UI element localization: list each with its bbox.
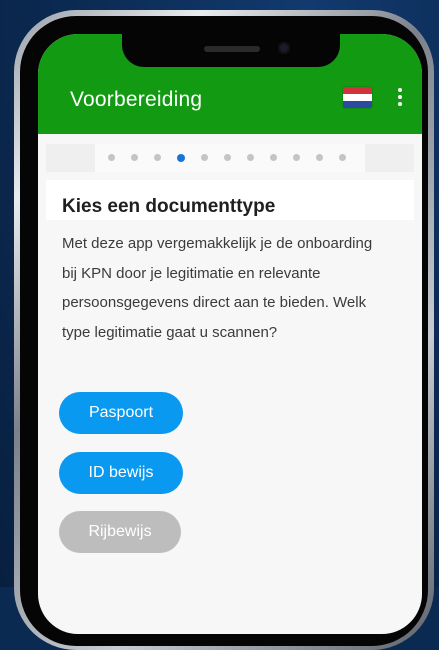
- app-bar-title: Voorbereiding: [70, 88, 203, 111]
- front-camera-icon: [278, 42, 290, 54]
- step-dot: [316, 154, 323, 161]
- phone-screen: Voorbereiding Kies een documenttype Met …: [38, 34, 422, 634]
- step-dot: [293, 154, 300, 161]
- description-text: Met deze app vergemakkelijk je de onboar…: [62, 235, 373, 341]
- rijbewijs-button[interactable]: Rijbewijs: [59, 511, 181, 553]
- step-dot: [247, 154, 254, 161]
- id-bewijs-button[interactable]: ID bewijs: [59, 452, 183, 494]
- step-dot: [339, 154, 346, 161]
- page-heading: Kies een documenttype: [62, 196, 276, 217]
- step-indicator: [108, 153, 346, 162]
- step-dot-active: [177, 153, 185, 162]
- step-dot: [224, 154, 231, 161]
- more-vertical-icon[interactable]: [393, 88, 407, 108]
- phone-notch: [122, 34, 340, 67]
- paspoort-button[interactable]: Paspoort: [59, 392, 183, 434]
- netherlands-flag-icon[interactable]: [343, 87, 372, 108]
- step-dot: [270, 154, 277, 161]
- step-dot: [131, 154, 138, 161]
- step-dot: [108, 154, 115, 161]
- step-dot: [154, 154, 161, 161]
- step-dot: [201, 154, 208, 161]
- speaker-grille: [204, 46, 260, 52]
